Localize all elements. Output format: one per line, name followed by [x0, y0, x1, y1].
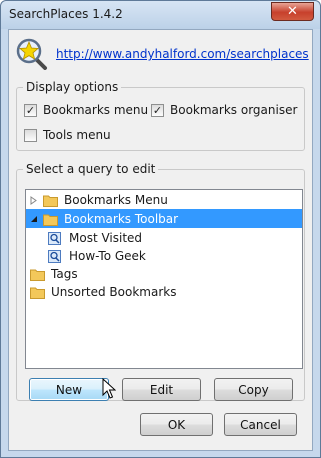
tree-item-label: Bookmarks Toolbar — [62, 211, 181, 227]
tree-item-unsorted-bookmarks[interactable]: Unsorted Bookmarks — [30, 283, 178, 301]
folder-icon — [30, 269, 45, 281]
window-title: SearchPlaces 1.4.2 — [9, 7, 123, 21]
bookmarks-menu-checkbox[interactable]: ✓ Bookmarks menu — [24, 103, 148, 117]
title-bar[interactable]: SearchPlaces 1.4.2 ✕ — [1, 1, 320, 29]
checkbox-box[interactable]: ✓ — [151, 103, 164, 117]
edit-button[interactable]: Edit — [122, 378, 201, 401]
checkbox-box[interactable]: ✓ — [24, 103, 37, 117]
tree-item-bookmarks-menu[interactable]: Bookmarks Menu — [29, 191, 170, 209]
cancel-button[interactable]: Cancel — [224, 413, 297, 436]
tools-menu-label: Tools menu — [43, 128, 111, 142]
checkbox-box[interactable] — [24, 128, 37, 142]
collapse-arrow-icon[interactable] — [29, 215, 38, 224]
new-button[interactable]: New — [29, 378, 109, 401]
tree-item-how-to-geek[interactable]: How-To Geek — [48, 247, 148, 265]
close-button[interactable]: ✕ — [271, 2, 314, 21]
query-group: Select a query to edit Bookmarks Menu Bo… — [16, 162, 305, 401]
tree-item-most-visited[interactable]: Most Visited — [48, 229, 144, 247]
folder-icon — [43, 214, 58, 226]
tree-item-bookmarks-toolbar[interactable]: Bookmarks Toolbar — [29, 210, 181, 228]
query-search-icon — [48, 249, 61, 263]
dialog-body: http://www.andyhalford.com/searchplaces … — [8, 29, 313, 451]
tree-item-label: Most Visited — [69, 231, 143, 245]
dialog-window: SearchPlaces 1.4.2 ✕ http://www.andyhalf… — [0, 0, 321, 458]
folder-icon — [43, 195, 58, 207]
query-search-icon — [48, 231, 61, 245]
tree-item-label: How-To Geek — [69, 249, 146, 263]
search-star-logo-icon — [16, 38, 47, 70]
tree-item-label: Tags — [51, 267, 78, 281]
close-icon: ✕ — [287, 4, 298, 19]
query-tree[interactable]: Bookmarks Menu Bookmarks Toolbar Most Vi… — [25, 189, 303, 369]
bookmarks-organiser-checkbox[interactable]: ✓ Bookmarks organiser — [151, 103, 297, 117]
copy-button[interactable]: Copy — [214, 378, 293, 401]
tree-item-label: Bookmarks Menu — [64, 193, 168, 207]
ok-button[interactable]: OK — [140, 413, 213, 436]
display-options-group: Display options ✓ Bookmarks menu ✓ Bookm… — [16, 80, 305, 151]
tree-item-label: Unsorted Bookmarks — [51, 285, 177, 299]
expand-arrow-icon[interactable] — [29, 195, 38, 205]
tools-menu-checkbox[interactable]: Tools menu — [24, 128, 111, 142]
bookmarks-menu-label: Bookmarks menu — [43, 103, 149, 117]
homepage-link[interactable]: http://www.andyhalford.com/searchplaces — [56, 47, 309, 61]
display-options-label: Display options — [23, 80, 122, 94]
folder-icon — [30, 287, 45, 299]
mouse-pointer-icon — [102, 378, 116, 399]
query-group-label: Select a query to edit — [23, 162, 159, 176]
bookmarks-organiser-label: Bookmarks organiser — [170, 103, 298, 117]
tree-item-tags[interactable]: Tags — [30, 265, 80, 283]
